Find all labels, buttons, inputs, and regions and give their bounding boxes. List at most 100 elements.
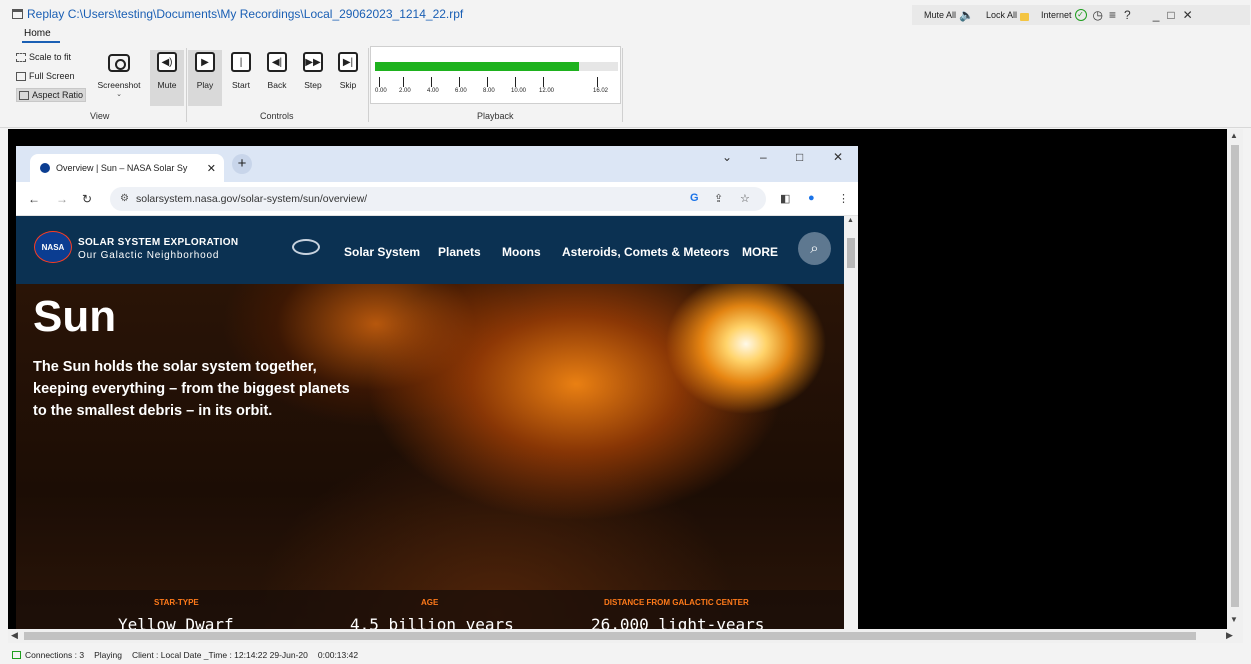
start-button[interactable]: | Start (224, 50, 258, 106)
back-icon: ◀| (267, 52, 287, 72)
site-header: NASA SOLAR SYSTEM EXPLORATION Our Galact… (16, 216, 844, 284)
mute-all-button[interactable]: Mute All 🔈 (924, 8, 974, 22)
nav-more[interactable]: MORE (742, 245, 778, 259)
status-bar: Connections : 3 Playing Client : Local D… (0, 645, 1251, 664)
tab-home[interactable]: Home (24, 28, 51, 39)
playback-tick-label: 6.00 (455, 77, 467, 94)
browser-maximize-button[interactable]: □ (796, 150, 803, 164)
scroll-up-icon[interactable]: ▲ (847, 217, 854, 224)
site-info-icon[interactable]: ⚙ (120, 187, 129, 211)
window-title-text: Replay C:\Users\testing\Documents\My Rec… (27, 7, 464, 21)
search-icon[interactable]: ⌕ (798, 232, 831, 265)
step-button[interactable]: ▶▶ Step (296, 50, 330, 106)
playback-tick-label: 16.02 (593, 77, 608, 94)
reload-icon[interactable]: ↻ (82, 192, 92, 206)
lock-all-button[interactable]: Lock All (986, 10, 1029, 21)
group-label-controls: Controls (260, 111, 294, 121)
forward-arrow-icon[interactable]: → (56, 192, 68, 206)
chevron-down-icon: ⌄ (116, 91, 122, 98)
bookmark-star-icon[interactable]: ☆ (740, 192, 750, 205)
playback-progress-fill (375, 62, 580, 71)
browser-vertical-scrollbar[interactable]: ▲ (844, 216, 858, 629)
hero-description: The Sun holds the solar system together,… (33, 359, 350, 419)
ribbon-separator (622, 48, 623, 122)
scroll-down-icon[interactable]: ▼ (1230, 615, 1238, 624)
full-screen-button[interactable]: Full Screen (16, 71, 75, 81)
new-tab-button[interactable]: + (232, 154, 252, 174)
playback-tick-label: 10.00 (511, 77, 526, 94)
address-bar[interactable]: ⚙ solarsystem.nasa.gov/solar-system/sun/… (110, 187, 766, 211)
help-button[interactable]: ? (1124, 8, 1131, 22)
step-icon: ▶▶ (303, 52, 323, 72)
minimize-button[interactable]: _ (1153, 8, 1160, 22)
nav-asteroids-comets-meteors[interactable]: Asteroids, Comets & Meteors (562, 245, 729, 259)
group-label-playback: Playback (477, 111, 514, 121)
hero-banner: Sun The Sun holds the solar system toget… (16, 284, 844, 629)
aspect-ratio-label: Aspect Ratio (32, 90, 84, 100)
nav-solar-system[interactable]: Solar System (344, 245, 420, 259)
speaker-icon: ◀) (157, 52, 177, 72)
skip-button[interactable]: ▶| Skip (331, 50, 365, 106)
back-arrow-icon[interactable]: ← (28, 192, 40, 206)
window-title: Replay C:\Users\testing\Documents\My Rec… (12, 7, 463, 21)
step-label: Step (304, 80, 322, 90)
nav-moons[interactable]: Moons (502, 245, 541, 259)
viewer-horizontal-scrollbar[interactable]: ◀ ▶ (8, 629, 1243, 643)
stat-value-age: 4.5 billion years (350, 615, 514, 629)
site-name-line2: Our Galactic Neighborhood (78, 250, 220, 261)
scroll-up-icon[interactable]: ▲ (1230, 131, 1238, 140)
menu-icon[interactable]: ≡ (1109, 8, 1116, 22)
playback-tick-label: 12.00 (539, 77, 554, 94)
full-screen-label: Full Screen (29, 71, 75, 81)
tab-home-indicator (22, 41, 60, 43)
status-elapsed: 0:00:13:42 (317, 649, 359, 660)
scroll-thumb[interactable] (847, 238, 855, 268)
nav-planets[interactable]: Planets (438, 245, 481, 259)
playback-ticks: 0.00 2.00 4.00 6.00 8.00 10.00 12.00 16.02 (375, 77, 618, 101)
aspect-ratio-button[interactable]: Aspect Ratio (16, 88, 87, 102)
screenshot-button[interactable]: Screenshot ⌄ (98, 50, 141, 106)
browser-tab[interactable]: Overview | Sun – NASA Solar Sy ✕ (30, 154, 224, 182)
browser-minimize-button[interactable]: – (760, 150, 767, 164)
scroll-thumb[interactable] (1231, 145, 1239, 607)
scale-to-fit-button[interactable]: Scale to fit (16, 52, 71, 62)
stat-label-age: AGE (421, 598, 439, 607)
maximize-button[interactable]: □ (1167, 8, 1174, 22)
stat-label-distance: DISTANCE FROM GALACTIC CENTER (604, 598, 749, 607)
share-icon[interactable]: ⇪ (714, 192, 723, 205)
playback-timeline[interactable]: 0.00 2.00 4.00 6.00 8.00 10.00 12.00 16.02 (370, 46, 621, 104)
lock-all-label: Lock All (985, 10, 1017, 20)
orbit-icon[interactable] (292, 239, 320, 255)
google-lens-icon[interactable]: G (690, 192, 699, 204)
site-name[interactable]: SOLAR SYSTEM EXPLORATION Our Galactic Ne… (78, 237, 238, 261)
browser-tab-strip: Overview | Sun – NASA Solar Sy ✕ + ⌄ – □… (16, 146, 858, 182)
check-circle-icon: ✓ (1074, 9, 1087, 21)
close-button[interactable]: ✕ (1183, 8, 1193, 22)
camera-icon (108, 54, 130, 72)
playback-progress-track[interactable] (375, 62, 618, 71)
browser-close-button[interactable]: ✕ (833, 150, 843, 164)
close-tab-icon[interactable]: ✕ (207, 162, 216, 175)
group-label-view: View (90, 111, 110, 121)
status-connections[interactable]: Connections : 3 (25, 650, 84, 660)
nasa-logo[interactable]: NASA (34, 231, 72, 263)
side-panel-icon[interactable]: ◧ (780, 192, 790, 205)
tab-search-icon[interactable]: ⌄ (722, 150, 732, 164)
viewer-vertical-scrollbar[interactable]: ▲ ▼ (1227, 129, 1243, 629)
playback-tick-label: 8.00 (483, 77, 495, 94)
browser-menu-icon[interactable]: ⋮ (838, 192, 849, 205)
mute-button[interactable]: ◀) Mute (150, 50, 184, 106)
internet-label: Internet (1041, 10, 1072, 20)
back-button[interactable]: ◀| Back (260, 50, 294, 106)
status-state: Playing (94, 649, 122, 660)
hero-title: Sun (33, 292, 117, 341)
mute-label: Mute (157, 80, 177, 90)
stat-value-distance: 26,000 light-years (591, 615, 765, 629)
clock-icon[interactable]: ◷ (1093, 8, 1103, 22)
profile-icon[interactable]: ● (808, 192, 815, 204)
play-button[interactable]: ▶ Play (188, 50, 222, 106)
scroll-left-icon[interactable]: ◀ (11, 630, 18, 641)
scroll-thumb[interactable] (24, 632, 1196, 640)
internet-button[interactable]: Internet ✓ (1041, 9, 1087, 21)
scroll-right-icon[interactable]: ▶ (1226, 630, 1233, 641)
